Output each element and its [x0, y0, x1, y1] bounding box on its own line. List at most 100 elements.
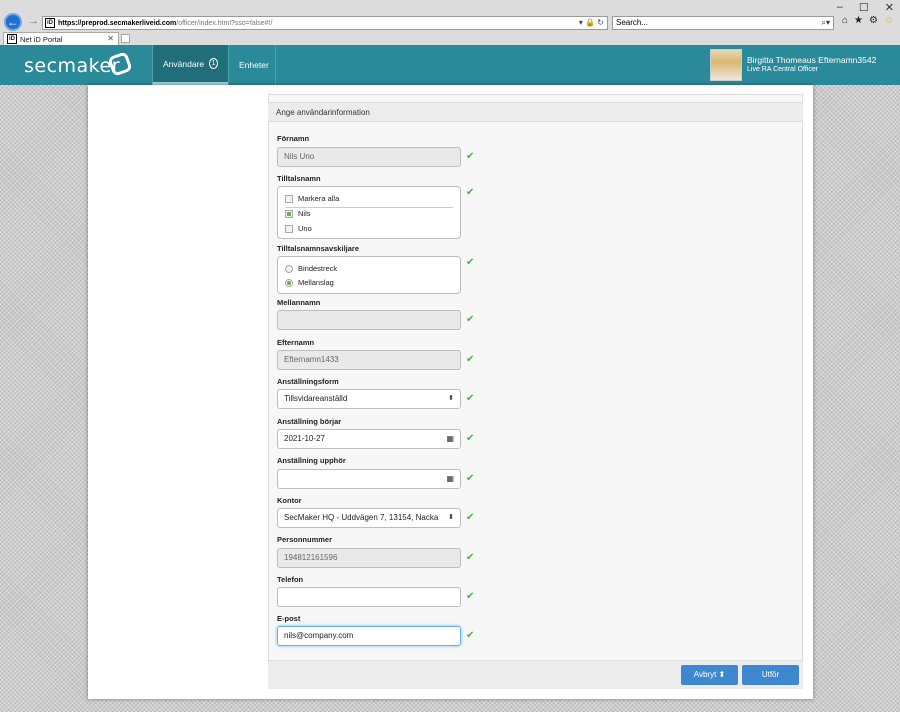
settings-gear-icon[interactable]: ⚙ — [869, 15, 878, 26]
employment-end-field[interactable]: ▦ — [277, 469, 461, 489]
office-value: SecMaker HQ - Uddvägen 7, 13154, Nacka — [284, 513, 439, 522]
firstname-label: Förnamn — [277, 134, 310, 143]
middlename-valid-check-icon: ✔ — [466, 314, 475, 325]
employment-end-label: Anställning upphör — [277, 456, 346, 465]
checkbox-unchecked-icon[interactable] — [285, 224, 293, 233]
given-names-label: Tilltalsnamn — [277, 174, 321, 183]
radio-unselected-icon[interactable] — [285, 264, 293, 273]
separator-valid-check-icon: ✔ — [466, 257, 475, 268]
browser-tab[interactable]: iD Net iD Portal ✕ — [3, 32, 119, 45]
back-arrow-icon: ← — [7, 15, 19, 29]
nav-units-label: Enheter — [239, 60, 269, 70]
divider — [285, 207, 453, 208]
email-valid-check-icon: ✔ — [466, 630, 475, 641]
personal-number-field: 194812161596 — [277, 548, 461, 568]
home-icon[interactable]: ⌂ — [842, 15, 848, 26]
office-valid-check-icon: ✔ — [466, 512, 475, 523]
lastname-label: Efternamn — [277, 338, 315, 347]
select-all-checkbox[interactable]: Markera alla — [285, 194, 339, 203]
tab-title: Net iD Portal — [20, 34, 63, 44]
personal-number-valid-check-icon: ✔ — [466, 552, 475, 563]
phone-field[interactable] — [277, 587, 461, 607]
user-name[interactable]: Birgitta Thomeaus Efternamn3542 — [747, 55, 876, 65]
url-path: /officer/index.html?sso=false#!/ — [176, 19, 273, 27]
given-name-option-uno[interactable]: Uno — [285, 224, 312, 233]
email-field[interactable]: nils@company.com — [277, 626, 461, 646]
checkbox-unchecked-icon[interactable] — [285, 194, 293, 203]
dropdown-icon[interactable]: ▾ — [579, 18, 583, 27]
search-icon[interactable]: ⌕▾ — [822, 17, 831, 29]
lastname-valid-check-icon: ✔ — [466, 354, 475, 365]
app-header: secmaker Användare 1 Enheter Birgitta Th… — [0, 45, 900, 85]
cancel-button[interactable]: Avbryt ⬍ — [681, 665, 738, 685]
employment-start-valid-check-icon: ✔ — [466, 433, 475, 444]
tab-bar: iD Net iD Portal ✕ — [0, 32, 900, 45]
maximize-icon[interactable]: ☐ — [859, 1, 869, 14]
employment-form-select[interactable]: Tillsvidareanställd ⬍ — [277, 389, 461, 409]
calendar-icon[interactable]: ▦ — [446, 470, 454, 488]
site-favicon-icon: iD — [45, 18, 55, 28]
sort-caret-icon: ⬍ — [718, 670, 726, 679]
select-caret-icon: ⬍ — [448, 514, 454, 521]
personal-number-label: Personnummer — [277, 535, 333, 544]
submit-button[interactable]: Utför — [742, 665, 799, 685]
office-label: Kontor — [277, 496, 302, 505]
email-label: E-post — [277, 614, 301, 623]
toolbar-icons: ⌂ ★ ⚙ ☺ — [842, 15, 894, 26]
given-name-option-label: Uno — [298, 224, 312, 233]
url-text: https://preprod.secmakerliveid.com/offic… — [58, 20, 272, 27]
employment-start-value: 2021-10-27 — [284, 434, 325, 443]
employment-start-field[interactable]: 2021-10-27 ▦ — [277, 429, 461, 449]
lastname-field: Efternamn1433 — [277, 350, 461, 370]
given-names-box: Markera alla Nils Uno — [277, 186, 461, 239]
given-name-option-label: Nils — [298, 209, 311, 218]
checkbox-checked-icon[interactable] — [285, 209, 293, 218]
office-select[interactable]: SecMaker HQ - Uddvägen 7, 13154, Nacka ⬍ — [277, 508, 461, 528]
middlename-field — [277, 310, 461, 330]
separator-box: Bindestreck Mellanslag — [277, 256, 461, 294]
employment-end-valid-check-icon: ✔ — [466, 473, 475, 484]
back-button[interactable]: ← — [4, 13, 22, 31]
phone-valid-check-icon: ✔ — [466, 591, 475, 602]
calendar-icon[interactable]: ▦ — [446, 430, 454, 448]
forward-button[interactable]: → — [28, 15, 39, 27]
firstname-valid-check-icon: ✔ — [466, 151, 475, 162]
close-tab-icon[interactable]: ✕ — [107, 34, 114, 43]
address-actions[interactable]: ▾ 🔒 ↻ — [579, 18, 604, 27]
search-placeholder: Search... — [616, 18, 649, 27]
secmaker-logo: secmaker — [24, 55, 121, 77]
nav-units[interactable]: Enheter — [228, 45, 276, 85]
avatar[interactable] — [710, 49, 742, 81]
browser-titlebar: – ☐ ✕ ← → iD https://preprod.secmakerliv… — [0, 0, 900, 32]
lock-icon: 🔒 — [585, 18, 596, 27]
radio-selected-icon[interactable] — [285, 278, 293, 287]
smiley-feedback-icon[interactable]: ☺ — [884, 15, 894, 26]
refresh-icon[interactable]: ↻ — [597, 18, 604, 27]
separator-option-label: Bindestreck — [298, 264, 338, 273]
tab-favicon-icon: iD — [7, 34, 17, 44]
new-tab-button[interactable] — [121, 34, 130, 43]
separator-option-hyphen[interactable]: Bindestreck — [285, 264, 337, 273]
form-title: Ange användarinformation — [268, 102, 803, 122]
select-caret-icon: ⬍ — [448, 395, 454, 402]
cancel-button-label: Avbryt — [693, 670, 717, 679]
minimize-icon[interactable]: – — [837, 1, 843, 14]
nav-users[interactable]: Användare 1 — [152, 45, 228, 85]
phone-label: Telefon — [277, 575, 304, 584]
employment-start-label: Anställning börjar — [277, 417, 342, 426]
address-bar[interactable]: iD https://preprod.secmakerliveid.com/of… — [42, 16, 608, 30]
window-controls: – ☐ ✕ — [837, 1, 894, 14]
select-all-label: Markera alla — [298, 194, 340, 203]
given-name-option-nils[interactable]: Nils — [285, 209, 311, 218]
forward-arrow-icon: → — [28, 15, 39, 27]
separator-option-space[interactable]: Mellanslag — [285, 278, 334, 287]
user-role: Live RA Central Officer — [747, 66, 819, 73]
close-window-icon[interactable]: ✕ — [885, 1, 894, 14]
nav-users-label: Användare — [163, 58, 205, 69]
employment-form-valid-check-icon: ✔ — [466, 393, 475, 404]
employment-form-value: Tillsvidareanställd — [284, 394, 348, 403]
panel-top-strip — [268, 85, 803, 95]
favorites-star-icon[interactable]: ★ — [854, 15, 863, 26]
middlename-label: Mellannamn — [277, 298, 321, 307]
search-input[interactable]: Search... ⌕▾ — [612, 16, 834, 30]
